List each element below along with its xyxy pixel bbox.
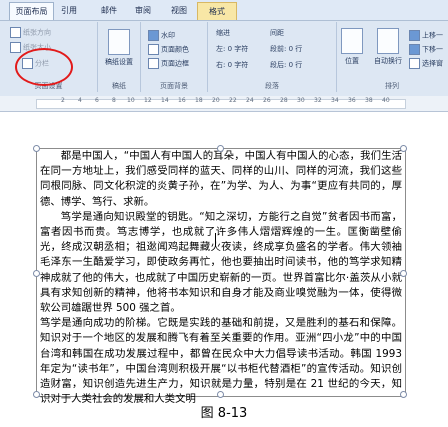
right-indent-field[interactable]: 右: 0 字符 xyxy=(216,60,248,70)
resize-handle-bottom-right[interactable] xyxy=(400,391,407,398)
ruler-number: 30 xyxy=(297,97,305,104)
manuscript-label: 稿纸 xyxy=(112,82,126,90)
left-indent-field[interactable]: 左: 0 字符 xyxy=(216,44,248,54)
ruler-number: 40 xyxy=(382,97,390,104)
text-direction-icon xyxy=(10,27,21,38)
wrap-text-button[interactable]: 自动换行 xyxy=(368,28,408,66)
watermark-icon xyxy=(148,30,159,41)
spacing-label: 间距 xyxy=(270,29,284,37)
page-color-button[interactable]: 页面颜色 xyxy=(148,44,189,55)
ruler-number: 26 xyxy=(263,97,271,104)
resize-handle-left[interactable] xyxy=(33,270,40,277)
figure-caption: 图 8-13 xyxy=(200,406,248,421)
tab-page-layout[interactable]: 页面布局 xyxy=(9,2,54,20)
ruler-number: 8 xyxy=(112,97,116,104)
ruler-number: 20 xyxy=(212,97,220,104)
page-background-group: 水印 页面颜色 页面边框 页面背景 xyxy=(141,22,208,92)
space-after-field[interactable]: 段后: 0 行 xyxy=(270,60,302,70)
ruler-number: 2 xyxy=(61,97,65,104)
watermark-button[interactable]: 水印 xyxy=(148,30,175,41)
tab-format[interactable]: 格式 xyxy=(197,2,237,20)
tab-review[interactable]: 审阅 xyxy=(129,2,157,19)
send-backward-button[interactable]: 下移一 xyxy=(409,44,443,55)
ruler-number: 28 xyxy=(280,97,288,104)
horizontal-ruler[interactable]: 2 4 6 8 10 12 14 16 18 20 22 24 26 28 30… xyxy=(0,96,448,112)
tab-mailings[interactable]: 邮件 xyxy=(95,2,123,19)
columns-highlight-circle xyxy=(15,48,73,86)
resize-handle-top-left[interactable] xyxy=(33,145,40,152)
paragraph[interactable]: 笃学是通向知识殿堂的钥匙。“知之深切，方能行之自觉”贫者因书而富，富者因书而贵。… xyxy=(40,210,402,316)
resize-handle-bottom-left[interactable] xyxy=(33,391,40,398)
wrap-text-icon xyxy=(377,28,399,54)
ruler-number: 36 xyxy=(348,97,356,104)
text-box-frame[interactable]: 都是中国人，“中国人有中国人的耳朵，中国人有中国人的心态，我们生活在同一方地址上… xyxy=(33,145,407,405)
ruler-number: 6 xyxy=(95,97,99,104)
ruler-number: 32 xyxy=(314,97,322,104)
ruler-number: 12 xyxy=(144,97,152,104)
arrange-label: 排列 xyxy=(385,82,399,90)
tab-references[interactable]: 引用 xyxy=(55,2,83,19)
manuscript-settings-button[interactable]: 稿纸设置 xyxy=(103,29,135,67)
space-before-field[interactable]: 段前: 0 行 xyxy=(270,44,302,54)
paragraph[interactable]: 都是中国人，“中国人有中国人的耳朵，中国人有中国人的心态，我们生活在同一方地址上… xyxy=(40,149,402,210)
paragraph-group: 缩进 左: 0 字符 右: 0 字符 间距 段前: 0 行 段后: 0 行 段落 xyxy=(208,22,337,92)
manuscript-group: 稿纸设置 稿纸 xyxy=(98,22,141,92)
selection-pane-icon xyxy=(409,58,420,69)
bring-forward-icon xyxy=(409,30,420,41)
page-size-icon xyxy=(10,42,21,53)
selection-pane-button[interactable]: 选择窗 xyxy=(409,58,443,69)
ruler-number: 10 xyxy=(127,97,135,104)
resize-handle-right[interactable] xyxy=(400,270,407,277)
indent-label: 缩进 xyxy=(216,29,230,37)
ribbon-tabs: 页面布局 引用 邮件 审阅 视图 格式 xyxy=(0,0,448,21)
page-border-button[interactable]: 页面边框 xyxy=(148,58,189,69)
page-background-label: 页面背景 xyxy=(160,82,188,90)
page-color-icon xyxy=(148,44,159,55)
ruler-number: 14 xyxy=(161,97,169,104)
position-icon xyxy=(341,28,363,54)
document-body[interactable]: 都是中国人，“中国人有中国人的耳朵，中国人有中国人的心态，我们生活在同一方地址上… xyxy=(40,149,402,407)
ruler-number: 24 xyxy=(246,97,254,104)
ruler-number: 4 xyxy=(78,97,82,104)
ruler-number: 16 xyxy=(178,97,186,104)
ruler-number: 38 xyxy=(365,97,373,104)
ribbon: 页面布局 引用 邮件 审阅 视图 格式 纸张方向 纸张大小 分栏 页面设置 稿纸… xyxy=(0,0,448,97)
ruler-number: 22 xyxy=(229,97,237,104)
resize-handle-top[interactable] xyxy=(217,145,224,152)
ruler-number: 18 xyxy=(195,97,203,104)
text-cursor xyxy=(215,233,216,247)
ruler-number: 34 xyxy=(331,97,339,104)
resize-handle-top-right[interactable] xyxy=(400,145,407,152)
position-button[interactable]: 位置 xyxy=(337,28,367,66)
arrange-group: 位置 自动换行 上移一 下移一 选择窗 排列 xyxy=(337,22,447,92)
bring-forward-button[interactable]: 上移一 xyxy=(409,30,443,41)
tab-view[interactable]: 视图 xyxy=(165,2,193,19)
resize-handle-bottom[interactable] xyxy=(217,391,224,398)
text-direction-button[interactable]: 纸张方向 xyxy=(10,27,51,38)
page-border-icon xyxy=(148,58,159,69)
paragraph-label: 段落 xyxy=(265,82,279,90)
send-backward-icon xyxy=(409,44,420,55)
manuscript-icon xyxy=(108,29,130,55)
